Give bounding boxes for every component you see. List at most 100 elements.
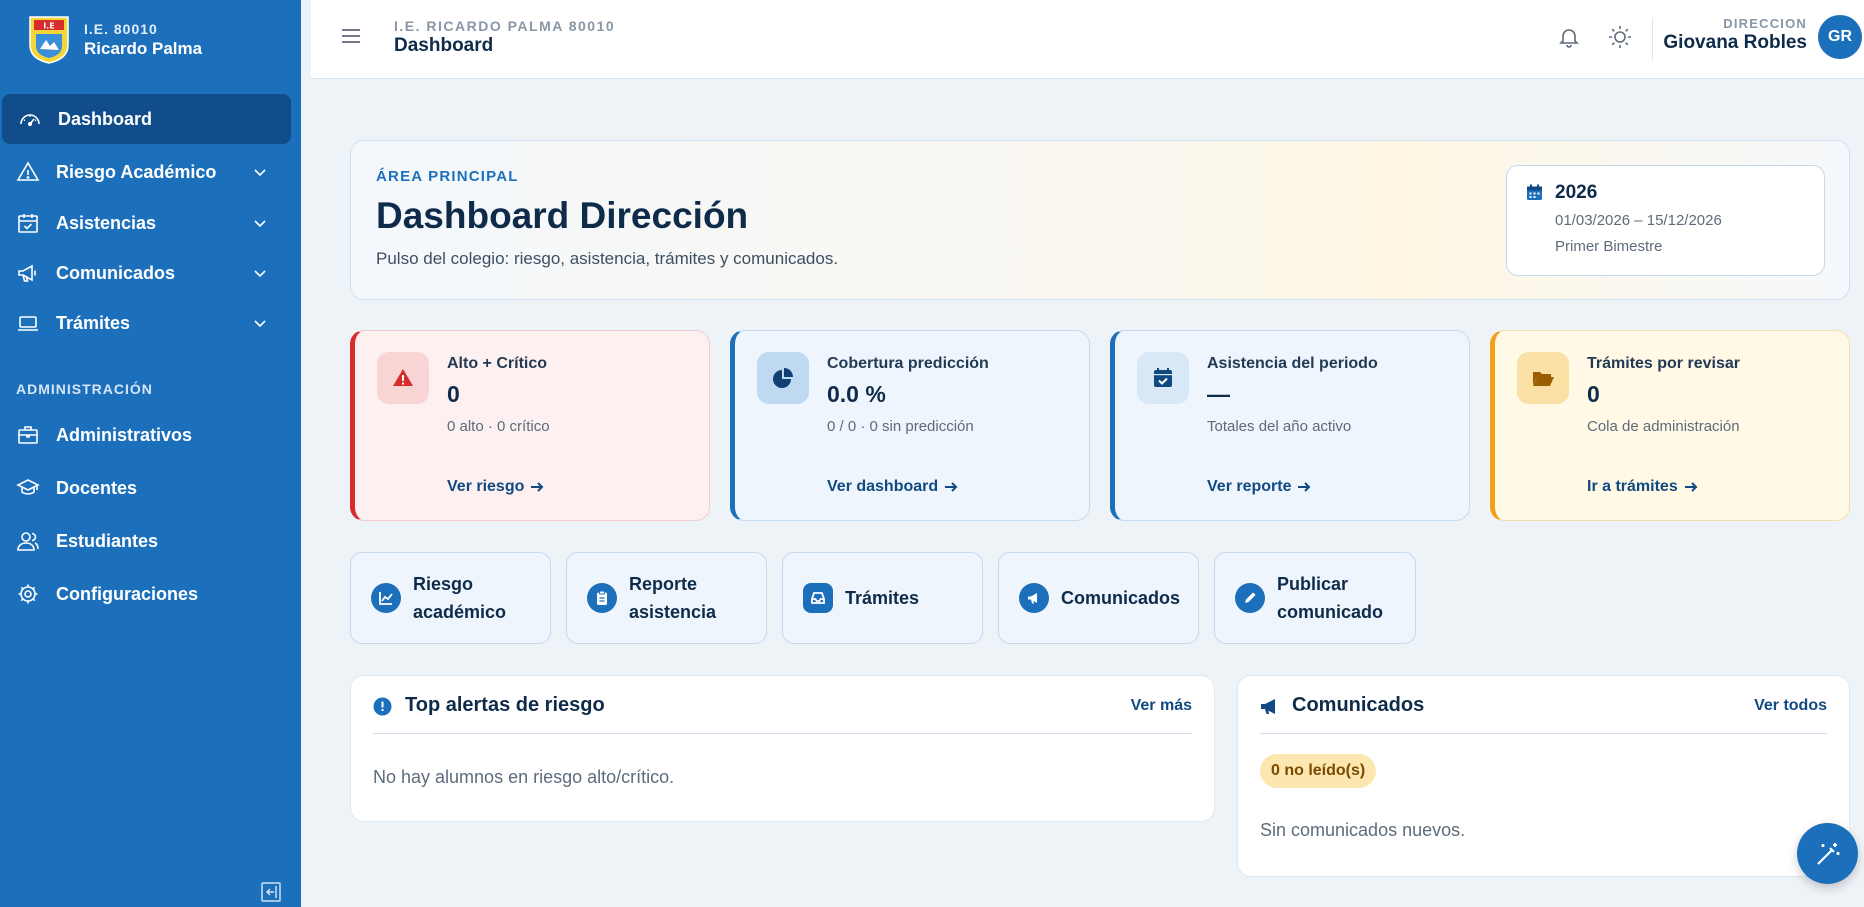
news-panel: Comunicados Ver todos 0 no leído(s) Sin …: [1237, 675, 1850, 877]
calendar-check-icon: [1154, 368, 1172, 387]
ver-todos-link[interactable]: Ver todos: [1754, 697, 1827, 715]
header-divider: [1652, 18, 1653, 60]
megaphone-icon: [18, 264, 36, 282]
sidebar-item-docentes[interactable]: Docentes: [0, 463, 291, 513]
quick-action-icon: [587, 583, 617, 613]
sidebar-item-label: Administrativos: [56, 424, 193, 445]
panel-title: Top alertas de riesgo: [405, 694, 605, 716]
menu-icon[interactable]: [340, 25, 362, 47]
header-school: I.E. RICARDO PALMA 80010: [394, 18, 616, 34]
card-icon-box: [757, 352, 809, 404]
nav-section-title: ADMINISTRACIÓN: [16, 381, 153, 397]
quick-action-label: Publicar comunicado: [1277, 574, 1384, 622]
quick-action-reporte-asistencia[interactable]: Reporte asistencia: [566, 552, 767, 644]
card-subtitle: 0 alto · 0 crítico: [447, 418, 550, 435]
card-icon-box: [1517, 352, 1569, 404]
card-value: 0: [1587, 381, 1600, 407]
empty-message: No hay alumnos en riesgo alto/crítico.: [373, 767, 675, 787]
ver-reporte-link[interactable]: Ver reporte: [1207, 478, 1311, 496]
sidebar-item-label: Trámites: [56, 312, 131, 333]
collapse-sidebar-icon[interactable]: [261, 882, 281, 902]
sidebar-item-label: Comunicados: [56, 262, 176, 283]
arrow-right-icon: [1684, 482, 1698, 492]
sidebar: I.E I.E. 80010 Ricardo Palma Dashboard R…: [0, 0, 301, 907]
hero-title: Dashboard Dirección: [376, 195, 749, 236]
sidebar-item-configuraciones[interactable]: Configuraciones: [0, 569, 291, 619]
brand-name: Ricardo Palma: [84, 38, 203, 58]
card-title: Asistencia del periodo: [1207, 355, 1378, 372]
quick-action-comunicados[interactable]: Comunicados: [998, 552, 1199, 644]
quick-action-publicar-comunicado[interactable]: Publicar comunicado: [1214, 552, 1416, 644]
brand-code: I.E. 80010: [84, 20, 158, 37]
hero-banner: ÁREA PRINCIPAL Dashboard Dirección Pulso…: [350, 140, 1850, 300]
ver-mas-link[interactable]: Ver más: [1131, 697, 1192, 715]
folder-open-icon: [1533, 372, 1554, 386]
bell-icon[interactable]: [1557, 25, 1581, 49]
period-term: Primer Bimestre: [1555, 238, 1663, 255]
hero-eyebrow: ÁREA PRINCIPAL: [376, 168, 519, 185]
sidebar-item-comunicados[interactable]: Comunicados: [0, 248, 291, 298]
sidebar-item-label: Riesgo Académico: [56, 161, 217, 182]
alerts-panel: Top alertas de riesgo Ver más No hay alu…: [350, 675, 1215, 822]
link-label: Ver reporte: [1207, 478, 1292, 495]
link-label: Ver dashboard: [827, 478, 939, 495]
period-card: 2026 01/03/2026 – 15/12/2026 Primer Bime…: [1506, 165, 1825, 276]
sidebar-item-asistencias[interactable]: Asistencias: [0, 198, 291, 248]
inbox-icon: [811, 592, 825, 604]
magic-wand-button[interactable]: [1797, 823, 1858, 884]
sidebar-item-tramites[interactable]: Trámites: [0, 298, 291, 348]
ver-dashboard-link[interactable]: Ver dashboard: [827, 478, 958, 496]
card-value: 0.0 %: [827, 381, 886, 407]
users-icon: [17, 532, 39, 551]
gauge-icon: [20, 114, 40, 127]
sun-icon[interactable]: [1607, 24, 1633, 50]
quick-action-icon: [371, 583, 401, 613]
quick-action-label: Trámites: [845, 588, 920, 608]
stat-card-tramites: Trámites por revisar 0 Cola de administr…: [1490, 330, 1850, 521]
card-subtitle: Totales del año activo: [1207, 418, 1352, 435]
stat-card-asistencia: Asistencia del periodo — Totales del año…: [1110, 330, 1470, 521]
laptop-icon: [18, 316, 38, 331]
megaphone-icon: [1028, 593, 1037, 604]
quick-action-icon: [1019, 583, 1049, 613]
avatar[interactable]: GR: [1818, 15, 1862, 59]
card-value: 0: [447, 381, 460, 407]
quick-action-label: Comunicados: [1061, 588, 1181, 608]
quick-action-riesgo-academico[interactable]: Riesgo académico: [350, 552, 551, 644]
megaphone-icon: [1261, 699, 1275, 714]
chevron-down-icon: [254, 169, 266, 177]
sidebar-item-label: Estudiantes: [56, 530, 159, 551]
pencil-icon: [1245, 592, 1256, 603]
briefcase-icon: [18, 426, 38, 444]
sidebar-item-dashboard[interactable]: Dashboard: [2, 94, 291, 144]
stat-card-alto-critico: Alto + Crítico 0 0 alto · 0 crítico Ver …: [350, 330, 710, 521]
unread-badge: 0 no leído(s): [1260, 754, 1377, 788]
gear-icon: [18, 584, 38, 604]
quick-action-label: Riesgo académico: [413, 574, 507, 622]
magic-wand-icon: [1816, 842, 1839, 865]
sidebar-item-estudiantes[interactable]: Estudiantes: [0, 516, 291, 566]
school-crest-icon: I.E: [29, 16, 69, 64]
alert-triangle-icon: [393, 369, 413, 386]
user-role: DIRECCION: [1723, 16, 1807, 31]
alert-circle-icon: [373, 697, 392, 716]
graduation-cap-icon: [16, 479, 40, 495]
link-label: Ver riesgo: [447, 478, 525, 495]
ver-riesgo-link[interactable]: Ver riesgo: [447, 478, 544, 496]
hero-subtitle: Pulso del colegio: riesgo, asistencia, t…: [376, 249, 839, 268]
calendar-icon: [1527, 184, 1542, 200]
sidebar-item-label: Asistencias: [56, 212, 157, 233]
page-title: Dashboard: [394, 35, 494, 56]
svg-text:I.E: I.E: [43, 22, 54, 31]
sidebar-item-administrativos[interactable]: Administrativos: [0, 410, 291, 460]
quick-action-tramites[interactable]: Trámites: [782, 552, 983, 644]
chevron-down-icon: [254, 220, 266, 228]
user-name[interactable]: Giovana Robles: [1663, 32, 1807, 54]
ir-a-tramites-link[interactable]: Ir a trámites: [1587, 478, 1698, 496]
link-label: Ir a trámites: [1587, 478, 1678, 495]
trend-chart-icon: [379, 592, 393, 605]
brand[interactable]: I.E I.E. 80010 Ricardo Palma: [28, 15, 202, 64]
panel-title: Comunicados: [1292, 694, 1425, 716]
sidebar-item-riesgo-academico[interactable]: Riesgo Académico: [0, 147, 291, 197]
card-icon-box: [377, 352, 429, 404]
